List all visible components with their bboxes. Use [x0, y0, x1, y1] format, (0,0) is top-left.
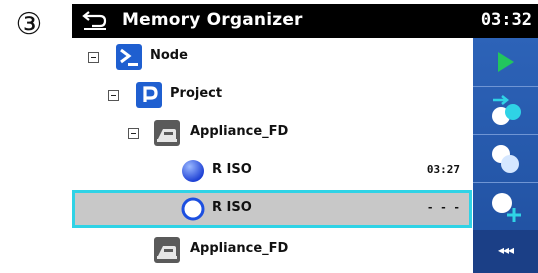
measurement-time: - - - [426, 201, 460, 214]
play-icon [498, 52, 514, 72]
tree-row-label: Node [150, 48, 188, 63]
tree-row-label: Appliance_FD [190, 124, 289, 139]
tree-row-measurement[interactable]: R ISO 03:27 [72, 152, 472, 190]
measurement-empty-icon [180, 196, 206, 222]
step-marker: ③ [15, 7, 43, 42]
collapse-icon[interactable] [128, 128, 139, 139]
tree-row-label: Appliance_FD [190, 241, 289, 256]
tree-row-label: Project [170, 86, 223, 101]
more-options-label: ◂◂◂ [497, 243, 514, 257]
appliance-icon [154, 120, 180, 146]
tree-row-appliance[interactable]: Appliance_FD [72, 231, 472, 269]
collapse-icon[interactable] [108, 90, 119, 101]
node-prompt-icon [116, 44, 142, 70]
clone-measurement-button[interactable] [473, 86, 538, 135]
clone-icon [492, 95, 521, 125]
tree-row-label: R ISO [212, 162, 252, 177]
clock: 03:32 [480, 10, 532, 30]
project-icon [136, 82, 162, 108]
start-button[interactable] [473, 38, 538, 87]
memory-tree: Node Project Appliance_FD R ISO 03:27 R … [72, 38, 472, 273]
page-title: Memory Organizer [122, 10, 303, 30]
title-bar: Memory Organizer 03:32 [72, 4, 538, 38]
copy-measurement-button[interactable] [473, 134, 538, 183]
add-measurement-button[interactable] [473, 182, 538, 231]
tree-row-appliance[interactable]: Appliance_FD [72, 114, 472, 152]
collapse-icon[interactable] [88, 52, 99, 63]
measurement-time: 03:27 [426, 163, 460, 176]
add-measurement-icon [492, 193, 521, 222]
measurement-filled-icon [180, 158, 206, 184]
copy-icon [492, 145, 519, 173]
tree-row-project[interactable]: Project [72, 76, 472, 114]
tree-row-node[interactable]: Node [72, 38, 472, 76]
device-screen: Memory Organizer 03:32 Node Project Appl… [72, 4, 538, 273]
tree-row-measurement-selected[interactable]: R ISO - - - [72, 190, 472, 228]
tree-row-label: R ISO [212, 200, 252, 215]
side-panel: ◂◂◂ [473, 38, 538, 273]
back-arrow-icon[interactable] [82, 9, 108, 31]
appliance-icon [154, 237, 180, 263]
more-options-button[interactable]: ◂◂◂ [473, 230, 538, 273]
